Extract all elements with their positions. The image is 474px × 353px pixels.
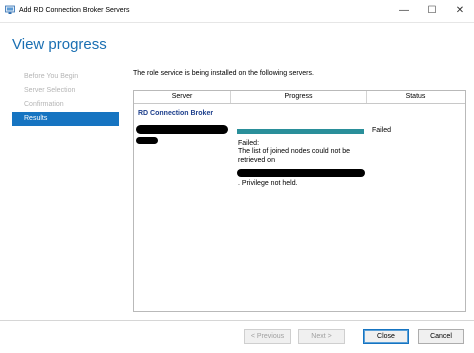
nav-item-before-you-begin[interactable]: Before You Begin: [12, 70, 119, 84]
footer-divider: [0, 320, 474, 321]
redacted-server-name-2: [136, 137, 158, 144]
nav-item-server-selection[interactable]: Server Selection: [12, 84, 119, 98]
wizard-nav: Before You Begin Server Selection Confir…: [12, 70, 119, 126]
column-header-progress[interactable]: Progress: [231, 91, 367, 103]
close-button[interactable]: Close: [363, 329, 409, 344]
window-titlebar: Add RD Connection Broker Servers — ☐ ✕: [0, 0, 474, 23]
column-header-status[interactable]: Status: [367, 91, 464, 103]
column-header-server[interactable]: Server: [134, 91, 231, 103]
result-message-detail: The list of joined nodes could not be re…: [238, 148, 351, 164]
result-message-privilege: . Privilege not held.: [238, 180, 298, 187]
grid-header: Server Progress Status: [134, 91, 465, 104]
progress-bar: [237, 129, 364, 134]
nav-item-results[interactable]: Results: [12, 112, 119, 126]
group-header: RD Connection Broker: [138, 110, 214, 117]
status-value: Failed: [372, 127, 392, 134]
window-title: Add RD Connection Broker Servers: [19, 7, 130, 14]
close-window-button[interactable]: ✕: [446, 0, 474, 22]
minimize-button[interactable]: —: [390, 0, 418, 22]
nav-item-confirmation[interactable]: Confirmation: [12, 98, 119, 112]
next-button[interactable]: Next >: [298, 329, 345, 344]
maximize-button[interactable]: ☐: [418, 0, 446, 22]
page-title: View progress: [12, 36, 107, 53]
redacted-server-name: [136, 125, 228, 134]
previous-button[interactable]: < Previous: [244, 329, 291, 344]
cancel-button[interactable]: Cancel: [418, 329, 464, 344]
server-manager-icon: [5, 5, 15, 14]
results-grid: Server Progress Status RD Connection Bro…: [133, 90, 466, 312]
description-text: The role service is being installed on t…: [133, 70, 314, 77]
redacted-node-name: [237, 169, 365, 177]
